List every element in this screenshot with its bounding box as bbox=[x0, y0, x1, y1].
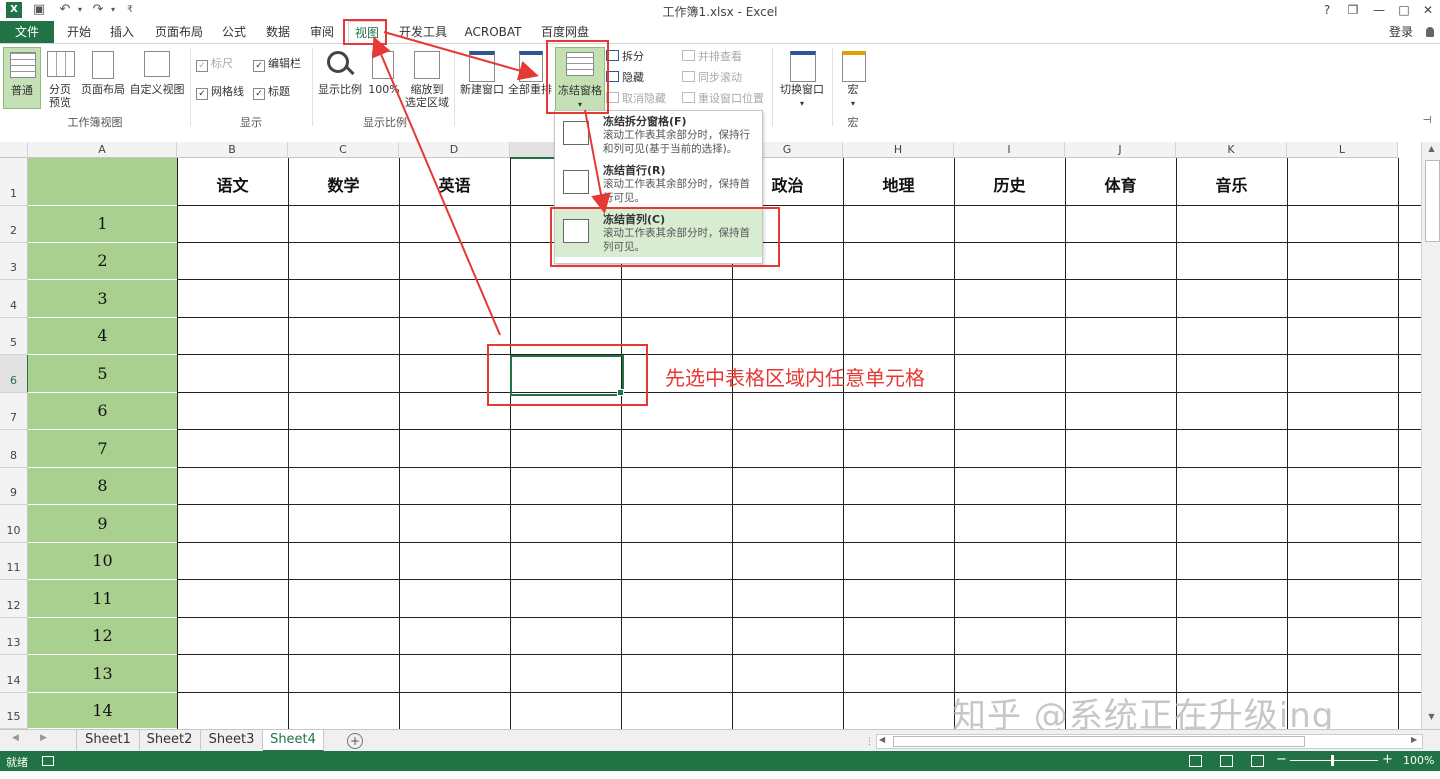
sheet-tab-bar: ◀ ▶ Sheet1 Sheet2 Sheet3 Sheet4 + ⋮ ◀ ▶ bbox=[0, 729, 1440, 752]
zoom-slider[interactable] bbox=[1290, 760, 1378, 761]
scroll-left-icon[interactable]: ◀ bbox=[879, 735, 885, 744]
horizontal-scroll-thumb[interactable] bbox=[893, 736, 1305, 747]
page-break-status-icon[interactable] bbox=[1251, 755, 1264, 767]
prev-sheet-icon[interactable]: ◀ bbox=[12, 733, 19, 743]
status-ready: 就绪 bbox=[6, 756, 28, 769]
add-sheet-icon[interactable]: + bbox=[347, 733, 363, 749]
normal-view-status-icon[interactable] bbox=[1189, 755, 1202, 767]
annotation-text: 先选中表格区域内任意单元格 bbox=[665, 366, 925, 390]
sheet-tab-3[interactable]: Sheet3 bbox=[201, 730, 263, 750]
sheet-tab-2[interactable]: Sheet2 bbox=[139, 730, 201, 750]
horizontal-scrollbar[interactable]: ◀ ▶ bbox=[876, 734, 1423, 749]
page-layout-status-icon[interactable] bbox=[1220, 755, 1233, 767]
macro-record-icon[interactable] bbox=[42, 756, 54, 766]
arrow-cell-to-view bbox=[372, 36, 501, 336]
taskbar-strip bbox=[0, 771, 1440, 779]
status-bar: 就绪 − + 100% bbox=[0, 751, 1440, 771]
arrow-freeze-to-item bbox=[584, 109, 611, 214]
scroll-right-icon[interactable]: ▶ bbox=[1411, 735, 1417, 744]
next-sheet-icon[interactable]: ▶ bbox=[40, 733, 47, 743]
sheet-tab-1[interactable]: Sheet1 bbox=[76, 730, 140, 750]
zoom-slider-thumb[interactable] bbox=[1331, 755, 1334, 766]
sheet-tab-4[interactable]: Sheet4 bbox=[263, 730, 324, 752]
sheet-scroll-split-icon[interactable]: ⋮ bbox=[865, 737, 874, 747]
arrow-view-to-freeze bbox=[383, 31, 539, 81]
zoom-level[interactable]: 100% bbox=[1403, 754, 1434, 767]
zoom-in-icon[interactable]: + bbox=[1382, 752, 1393, 767]
zoom-out-icon[interactable]: − bbox=[1276, 752, 1287, 767]
